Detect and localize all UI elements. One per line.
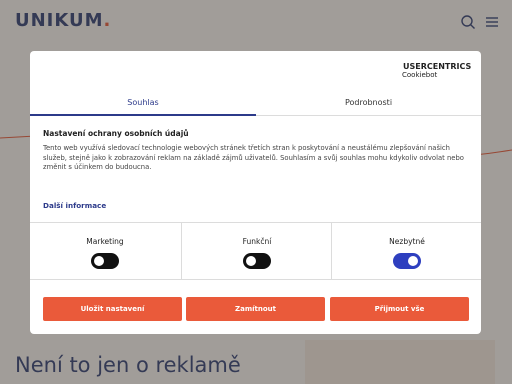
consent-tabs: Souhlas Podrobnosti	[30, 90, 481, 116]
privacy-settings-text: Tento web využívá sledovací technologie …	[43, 144, 464, 171]
marketing-toggle[interactable]	[91, 253, 119, 269]
brand-name: USERCENTRICS	[403, 62, 472, 71]
save-settings-button[interactable]: Uložit nastavení	[43, 297, 182, 321]
necessary-label: Nezbytné	[389, 237, 425, 246]
cookie-consent-dialog: USERCENTRICS Cookiebot Souhlas Podrobnos…	[30, 51, 481, 334]
functional-toggle[interactable]	[243, 253, 271, 269]
category-necessary: Nezbytné	[331, 223, 481, 280]
toggle-knob	[408, 256, 418, 266]
accept-all-button[interactable]: Přijmout vše	[330, 297, 469, 321]
toggle-knob	[94, 256, 104, 266]
toggle-knob	[246, 256, 256, 266]
tab-consent[interactable]: Souhlas	[30, 90, 256, 116]
brand-subtitle: Cookiebot	[402, 71, 438, 79]
more-info-link[interactable]: Další informace	[43, 201, 106, 210]
deny-button[interactable]: Zamítnout	[186, 297, 325, 321]
necessary-toggle[interactable]	[393, 253, 421, 269]
tab-details[interactable]: Podrobnosti	[256, 90, 481, 116]
marketing-label: Marketing	[86, 237, 124, 246]
consent-buttons: Uložit nastavení Zamítnout Přijmout vše	[43, 297, 469, 321]
consent-categories: Marketing Funkční Nezbytné	[30, 222, 481, 280]
functional-label: Funkční	[242, 237, 272, 246]
usercentrics-logo: USERCENTRICS Cookiebot	[402, 62, 471, 82]
category-functional: Funkční	[181, 223, 331, 280]
category-marketing: Marketing	[30, 223, 180, 280]
privacy-settings-title: Nastavení ochrany osobních údajů	[43, 129, 189, 138]
